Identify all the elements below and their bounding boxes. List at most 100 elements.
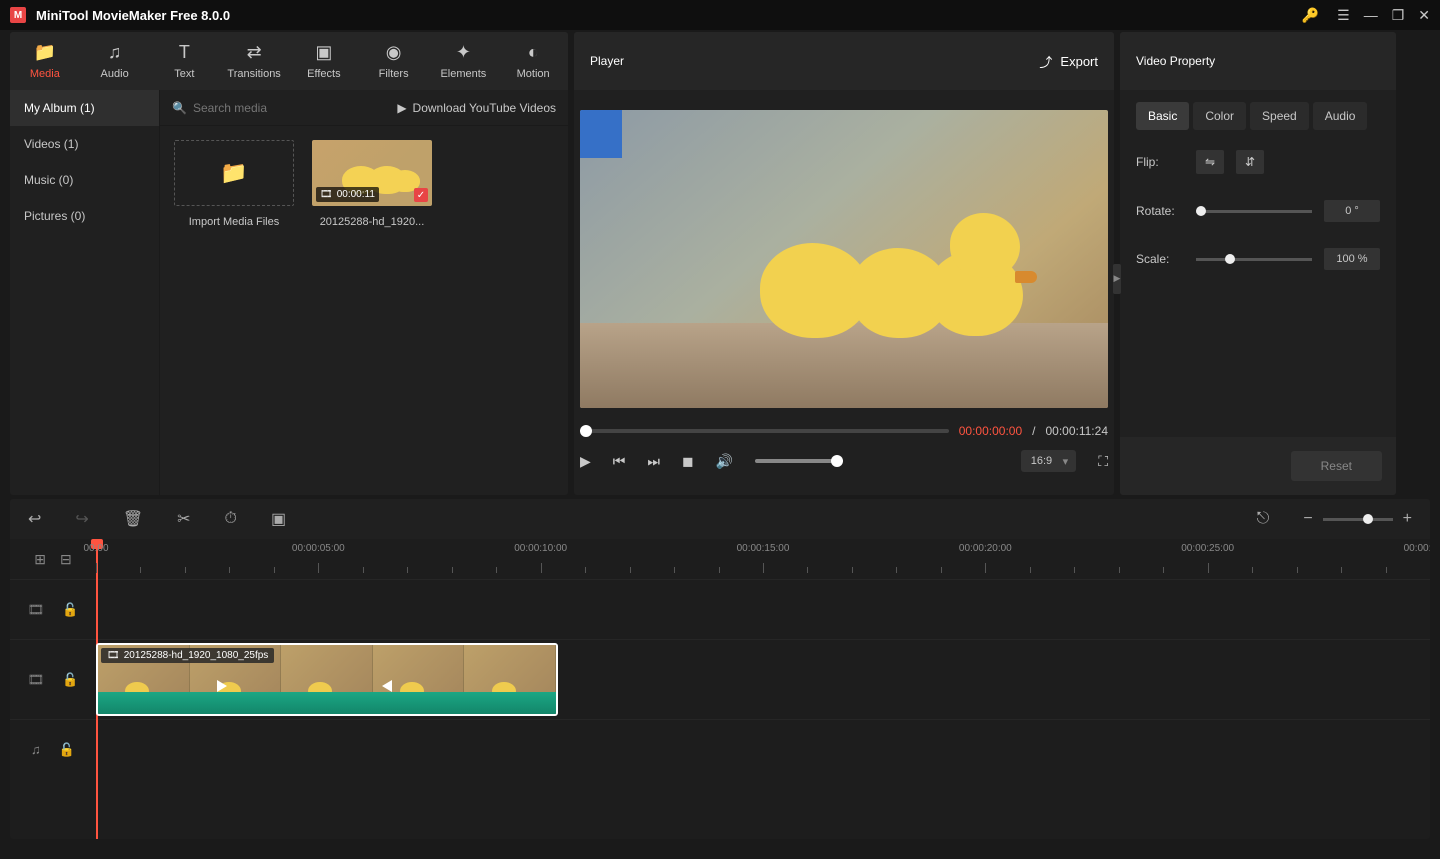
flip-vertical-button[interactable]: ⇵	[1236, 150, 1264, 174]
play-button[interactable]: ▶	[580, 453, 591, 470]
prop-tab-speed[interactable]: Speed	[1250, 102, 1309, 130]
scale-label: Scale:	[1136, 252, 1184, 266]
album-sidebar: My Album (1) Videos (1) Music (0) Pictur…	[10, 90, 160, 495]
rotate-slider[interactable]	[1196, 210, 1312, 213]
zoom-out-button[interactable]: −	[1303, 510, 1312, 528]
tab-motion[interactable]: ◐ Motion	[498, 32, 568, 90]
track-top: 🎞 🔓	[10, 579, 1430, 639]
download-youtube-link[interactable]: ▶ Download YouTube Videos	[397, 101, 556, 115]
minimize-button[interactable]: —	[1364, 7, 1378, 23]
track-audio-icon[interactable]: ♫	[31, 742, 41, 757]
seek-slider[interactable]	[580, 429, 949, 433]
collapse-handle[interactable]: ▶	[1113, 264, 1121, 294]
video-clip[interactable]: 🎞 20125288-hd_1920_1080_25fps	[96, 643, 558, 716]
tab-audio[interactable]: ♫ Audio	[80, 32, 150, 90]
time-ruler[interactable]: 00:0000:00:05:0000:00:10:0000:00:15:0000…	[96, 539, 1430, 579]
search-input[interactable]	[193, 101, 348, 115]
key-icon[interactable]: 🔑	[1302, 7, 1319, 24]
timeline: ⊞ ⊟ 00:0000:00:05:0000:00:10:0000:00:15:…	[10, 539, 1430, 839]
ruler-tick-label: 00:00:10:00	[514, 543, 567, 554]
search-icon: 🔍	[172, 101, 187, 115]
zoom-slider[interactable]	[1323, 518, 1393, 521]
import-label: Import Media Files	[189, 216, 279, 228]
reset-button[interactable]: Reset	[1291, 451, 1382, 481]
speed-button[interactable]: ⏱	[225, 510, 237, 528]
snap-icon[interactable]: ⎋	[1257, 510, 1270, 528]
close-button[interactable]: ✕	[1418, 7, 1430, 24]
rotate-value[interactable]: 0 °	[1324, 200, 1380, 222]
tab-filters[interactable]: ◉ Filters	[359, 32, 429, 90]
scale-slider[interactable]	[1196, 258, 1312, 261]
flip-label: Flip:	[1136, 155, 1184, 169]
prop-tab-color[interactable]: Color	[1193, 102, 1246, 130]
undo-button[interactable]: ↩	[28, 509, 41, 529]
menu-icon[interactable]: ☰	[1337, 7, 1350, 24]
split-button[interactable]: ✂	[177, 509, 190, 529]
text-icon: T	[179, 42, 190, 63]
app-title: MiniTool MovieMaker Free 8.0.0	[36, 8, 1302, 23]
ruler-tick-label: 00:00:15:00	[737, 543, 790, 554]
tool-tabs: 📁 Media ♫ Audio T Text ⇄ Transitions ▣ E…	[10, 32, 568, 90]
ruler-tick-label: 00:00	[83, 543, 108, 554]
flip-horizontal-button[interactable]: ⇋	[1196, 150, 1224, 174]
maximize-button[interactable]: ❐	[1392, 7, 1405, 24]
search-media[interactable]: 🔍	[172, 101, 389, 115]
album-item-music[interactable]: Music (0)	[10, 162, 159, 198]
crop-button[interactable]: ▣	[271, 509, 286, 529]
clip-duration-badge: 🎞 00:00:11	[316, 187, 379, 202]
track-video-icon[interactable]: 🎞	[28, 602, 45, 618]
track-video: 🎞 🔓 🎞 20125288-hd_1920_1080_25fps	[10, 639, 1430, 719]
volume-icon[interactable]: 🔊	[716, 453, 733, 470]
ruler-tick-label: 00:00:25:00	[1181, 543, 1234, 554]
scale-value[interactable]: 100 %	[1324, 248, 1380, 270]
rotate-label: Rotate:	[1136, 204, 1184, 218]
motion-icon: ◐	[528, 42, 539, 63]
time-sep: /	[1032, 424, 1035, 438]
clip-label: 🎞 20125288-hd_1920_1080_25fps	[101, 648, 274, 663]
redo-button[interactable]: ↪	[75, 509, 88, 529]
video-icon: 🎞	[107, 650, 120, 661]
prop-tab-audio[interactable]: Audio	[1313, 102, 1368, 130]
tab-label: Transitions	[227, 68, 280, 80]
music-icon: ♫	[108, 42, 122, 63]
import-media-button[interactable]: 📁	[174, 140, 294, 206]
import-folder-icon: 📁	[220, 160, 247, 186]
tab-media[interactable]: 📁 Media	[10, 32, 80, 90]
tab-effects[interactable]: ▣ Effects	[289, 32, 359, 90]
volume-slider[interactable]	[755, 459, 843, 463]
album-item-myalbum[interactable]: My Album (1)	[10, 90, 159, 126]
filters-icon: ◉	[386, 42, 402, 63]
transition-icon: ⇄	[247, 42, 262, 63]
lock-icon[interactable]: 🔓	[62, 602, 78, 618]
prev-frame-button[interactable]: ⏮	[613, 453, 626, 470]
fullscreen-button[interactable]: ⛶	[1098, 453, 1108, 470]
video-preview[interactable]	[580, 110, 1108, 408]
track-audio: ♫ 🔓	[10, 719, 1430, 779]
export-button[interactable]: ⤴ Export	[1039, 52, 1098, 71]
album-item-videos[interactable]: Videos (1)	[10, 126, 159, 162]
prop-tab-basic[interactable]: Basic	[1136, 102, 1189, 130]
folder-icon: 📁	[34, 42, 56, 63]
tab-text[interactable]: T Text	[150, 32, 220, 90]
lock-icon[interactable]: 🔓	[59, 742, 75, 758]
add-track-button[interactable]: ⊞	[34, 551, 46, 568]
remove-track-button[interactable]: ⊟	[60, 551, 72, 568]
album-item-pictures[interactable]: Pictures (0)	[10, 198, 159, 234]
lock-icon[interactable]: 🔓	[62, 672, 78, 688]
aspect-select[interactable]: 16:9	[1021, 450, 1076, 472]
effects-icon: ▣	[315, 42, 332, 63]
transition-out-icon	[382, 680, 392, 692]
tab-transitions[interactable]: ⇄ Transitions	[219, 32, 289, 90]
delete-button[interactable]: 🗑	[123, 509, 143, 529]
transition-in-icon	[217, 680, 227, 692]
track-video-icon[interactable]: 🎞	[28, 672, 45, 688]
stop-button[interactable]: ◼	[682, 453, 694, 470]
tab-elements[interactable]: ✦ Elements	[429, 32, 499, 90]
audio-waveform	[98, 692, 556, 714]
media-clip-thumb[interactable]: 🎞 00:00:11 ✓	[312, 140, 432, 206]
export-label: Export	[1060, 54, 1098, 69]
timeline-toolbar: ↩ ↪ 🗑 ✂ ⏱ ▣ ⎋ − +	[10, 499, 1430, 539]
zoom-in-button[interactable]: +	[1403, 510, 1412, 528]
export-icon: ⤴	[1039, 52, 1052, 71]
next-frame-button[interactable]: ⏭	[647, 453, 660, 470]
